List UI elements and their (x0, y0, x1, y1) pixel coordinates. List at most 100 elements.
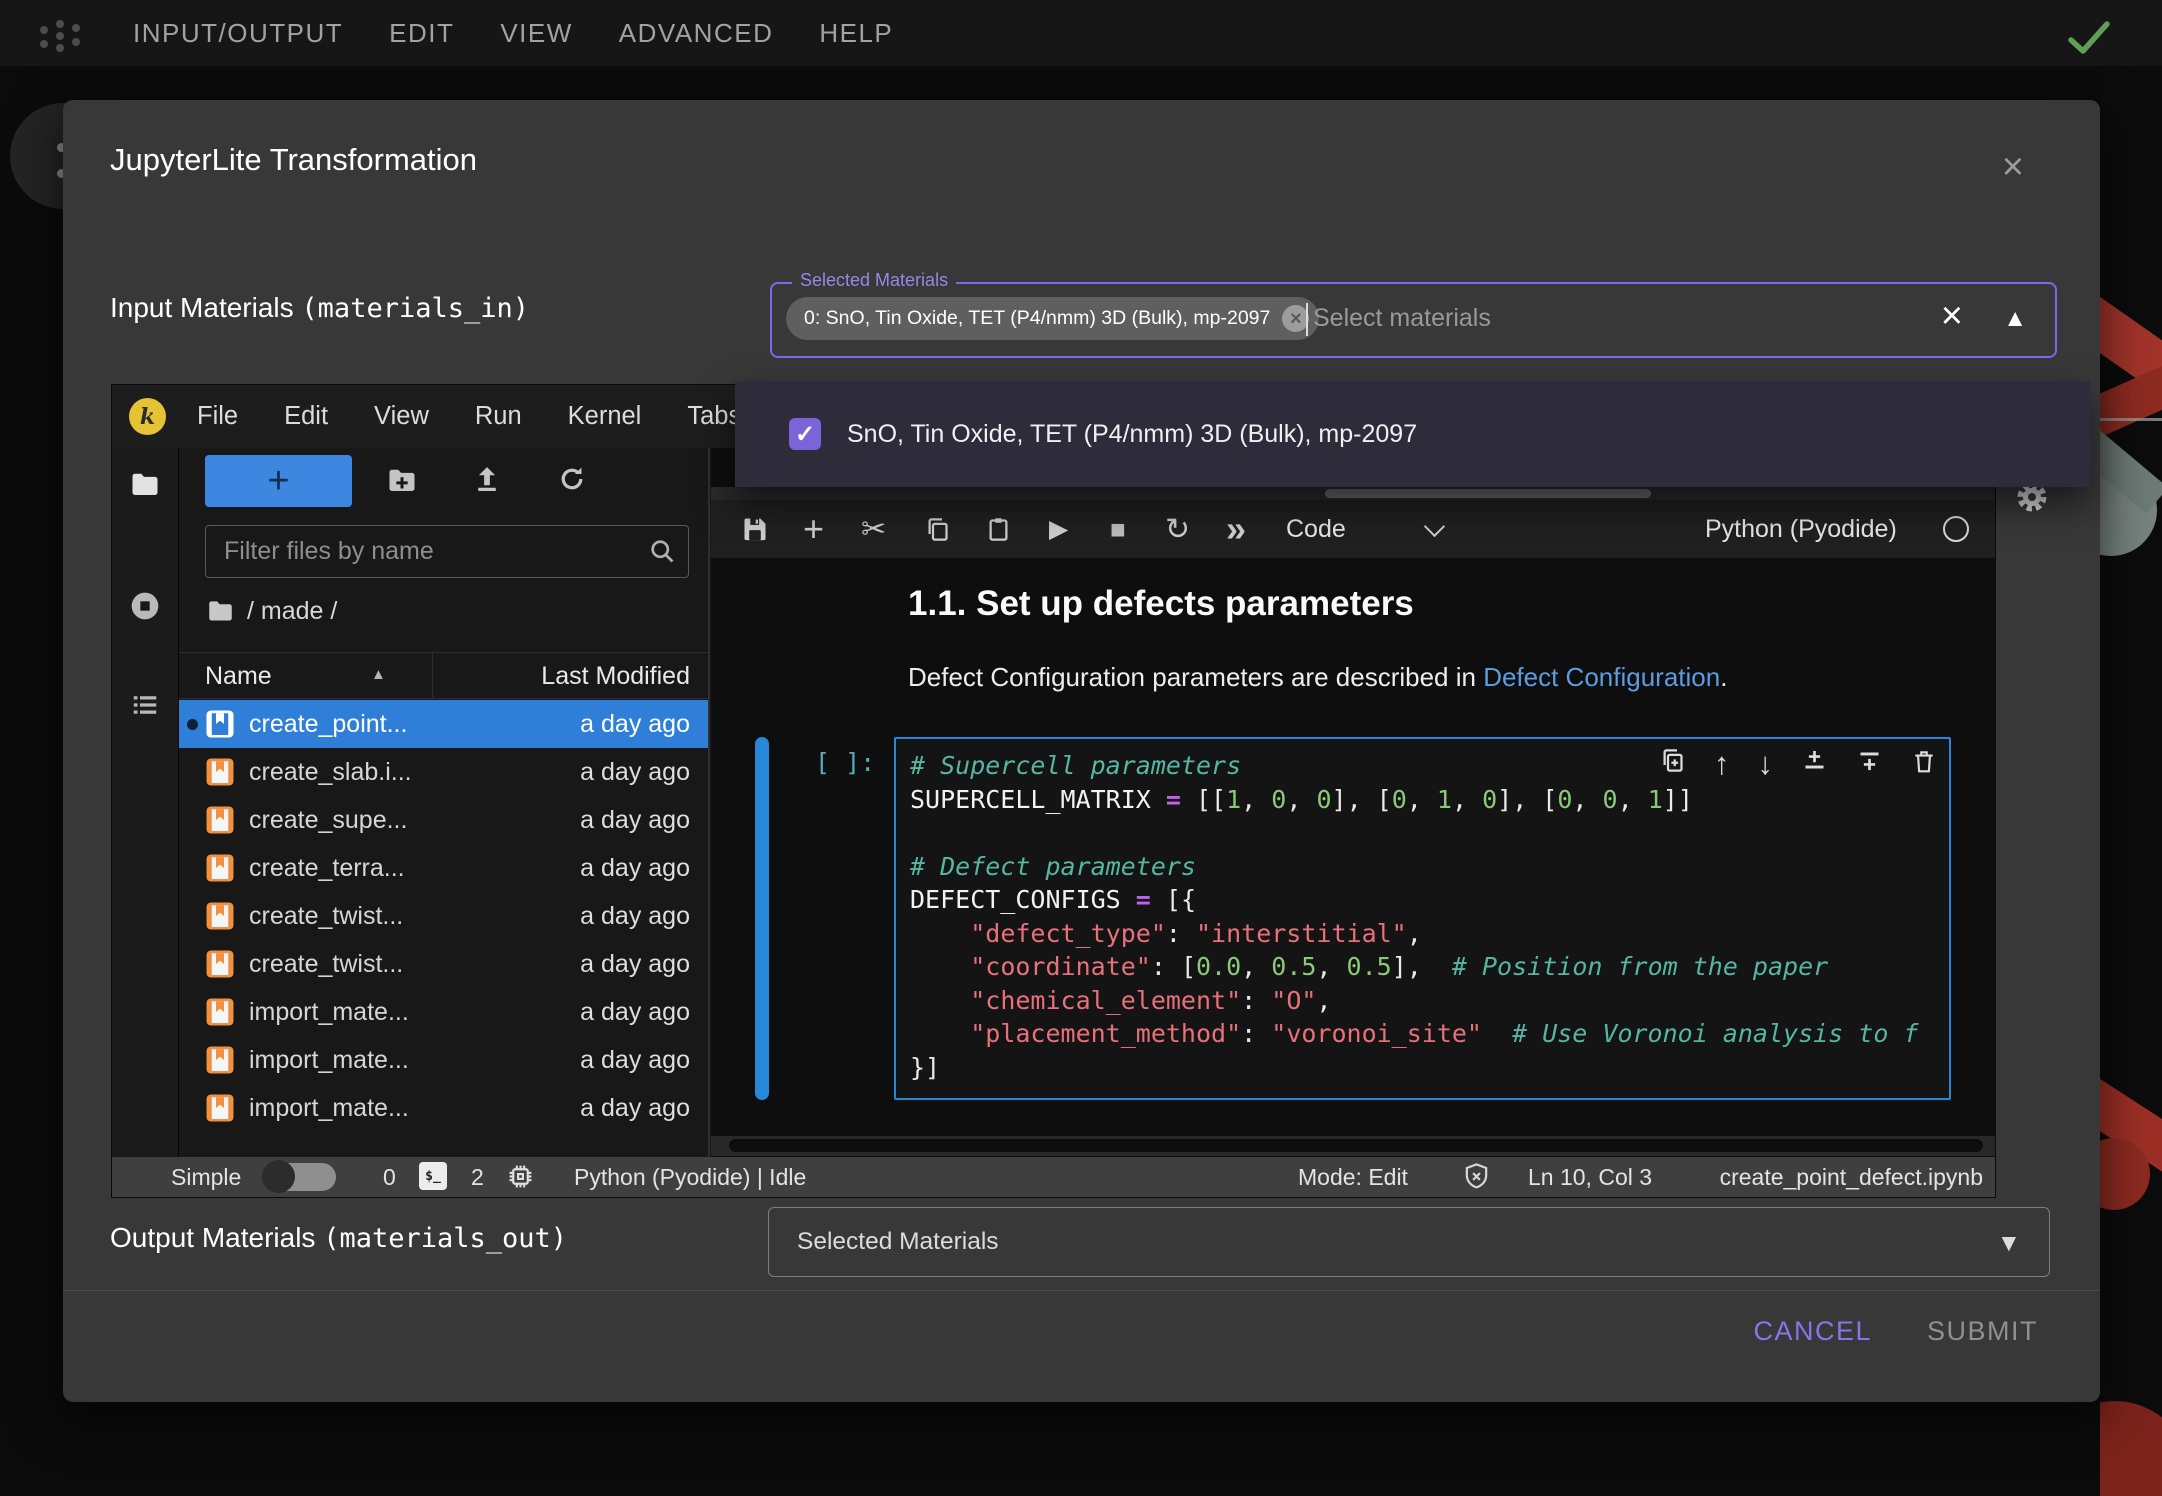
folder-icon (207, 598, 234, 625)
restart-run-all-icon[interactable]: » (1226, 500, 1246, 558)
code-token: 0 (1316, 785, 1331, 814)
filter-files-placeholder: Filter files by name (224, 537, 434, 566)
insert-cell-above-icon[interactable] (1801, 747, 1828, 779)
cut-icon[interactable]: ✂ (861, 500, 886, 558)
breadcrumb[interactable]: / made / (207, 597, 337, 626)
table-of-contents-tab-icon[interactable] (130, 690, 160, 725)
cell-type-caret-icon[interactable] (1427, 500, 1442, 558)
topbar-menu-item[interactable]: HELP (819, 18, 893, 49)
running-sessions-tab-icon[interactable] (129, 590, 161, 627)
code-token: = (1166, 785, 1181, 814)
column-last-modified[interactable]: Last Modified (541, 662, 690, 691)
output-materials-select[interactable]: Selected Materials ▼ (768, 1207, 2050, 1277)
collapse-caret-icon[interactable]: ▲ (2003, 305, 2027, 333)
topbar-menu-item[interactable]: EDIT (389, 18, 454, 49)
selected-materials-legend: Selected Materials (792, 270, 956, 291)
insert-cell-below-icon[interactable] (1856, 747, 1883, 779)
file-row[interactable]: create_point...a day ago (179, 700, 708, 748)
terminal-count[interactable]: 0 (383, 1164, 396, 1191)
file-row[interactable]: create_twist...a day ago (179, 892, 708, 940)
submit-button[interactable]: SUBMIT (1927, 1316, 2038, 1347)
restart-kernel-icon[interactable]: ↻ (1165, 500, 1190, 558)
file-row[interactable]: import_mate...a day ago (179, 988, 708, 1036)
run-cell-icon[interactable]: ▶ (1049, 500, 1068, 558)
jupyter-menu-item[interactable]: File (174, 402, 261, 431)
file-list: create_point...a day agocreate_slab.i...… (179, 700, 708, 1132)
jupyter-menu-item[interactable]: Run (452, 402, 545, 431)
kernel-count[interactable]: 2 (471, 1164, 484, 1191)
defect-configuration-link[interactable]: Defect Configuration (1483, 662, 1720, 692)
material-chip-label: 0: SnO, Tin Oxide, TET (P4/nmm) 3D (Bulk… (804, 307, 1270, 330)
jupyter-menu-item[interactable]: Kernel (545, 402, 665, 431)
notebook-filename[interactable]: create_point_defect.ipynb (1720, 1164, 1983, 1191)
file-row[interactable]: import_mate...a day ago (179, 1036, 708, 1084)
code-token: ]] (1663, 785, 1693, 814)
move-cell-up-icon[interactable]: ↑ (1714, 748, 1730, 779)
new-folder-icon[interactable] (387, 466, 417, 501)
simple-mode-toggle[interactable] (264, 1163, 336, 1191)
code-token: "chemical_element" (970, 986, 1241, 1015)
kernel-name[interactable]: Python (Pyodide) (1705, 500, 1897, 558)
upload-icon[interactable] (472, 464, 502, 499)
code-token: "coordinate" (970, 952, 1151, 981)
refresh-icon[interactable] (557, 464, 587, 499)
code-token: # Supercell parameters (910, 751, 1241, 780)
interrupt-kernel-icon[interactable]: ■ (1110, 500, 1126, 558)
column-name[interactable]: Name (205, 662, 272, 691)
jupyter-menu-item[interactable]: View (351, 402, 452, 431)
app-logo-icon[interactable] (40, 20, 84, 50)
code-line: "placement_method": "voronoi_site" # Use… (910, 1017, 1949, 1051)
delete-cell-icon[interactable] (1911, 748, 1937, 779)
code-lines[interactable]: # Supercell parametersSUPERCELL_MATRIX =… (910, 749, 1949, 1084)
editor-mode[interactable]: Mode: Edit (1298, 1164, 1408, 1191)
code-token: , (1618, 785, 1648, 814)
cancel-button[interactable]: CANCEL (1753, 1316, 1872, 1347)
insert-cell-icon[interactable]: + (803, 500, 824, 558)
file-browser-tab-icon[interactable] (130, 470, 160, 505)
jupyter-menu-item[interactable]: Edit (261, 402, 351, 431)
selected-materials-field[interactable]: Selected Materials 0: SnO, Tin Oxide, TE… (770, 282, 2057, 358)
code-cell[interactable]: ↑ ↓ # Supercell para (894, 737, 1951, 1100)
copy-icon[interactable] (924, 500, 951, 558)
tabbar-scrollbar[interactable] (711, 487, 1995, 500)
file-row[interactable]: create_slab.i...a day ago (179, 748, 708, 796)
new-launcher-button[interactable]: + (205, 455, 352, 507)
file-name: create_point... (249, 710, 407, 739)
topbar-menu-item[interactable]: INPUT/OUTPUT (133, 18, 343, 49)
kernel-chip-icon[interactable] (506, 1162, 535, 1197)
paste-icon[interactable] (985, 500, 1012, 558)
topbar-menu-item[interactable]: ADVANCED (619, 18, 774, 49)
cursor-position[interactable]: Ln 10, Col 3 (1528, 1164, 1652, 1191)
filter-files-input[interactable]: Filter files by name (205, 525, 689, 578)
jupyter-body: + Filter files by name (112, 448, 1995, 1157)
material-option-label[interactable]: SnO, Tin Oxide, TET (P4/nmm) 3D (Bulk), … (847, 420, 1417, 449)
file-name: import_mate... (249, 998, 409, 1027)
material-chip[interactable]: 0: SnO, Tin Oxide, TET (P4/nmm) 3D (Bulk… (786, 297, 1319, 340)
notebook-file-icon (205, 709, 235, 739)
code-token: # Defect parameters (910, 852, 1196, 881)
file-modified: a day ago (580, 1046, 690, 1075)
file-row[interactable]: import_mate...a day ago (179, 1084, 708, 1132)
file-browser-panel: + Filter files by name (179, 448, 710, 1157)
terminal-icon[interactable]: $_ (419, 1162, 447, 1190)
code-line: "defect_type": "interstitial", (910, 917, 1949, 951)
duplicate-cell-icon[interactable] (1659, 747, 1686, 779)
notebook-hscrollbar[interactable] (711, 1136, 1995, 1156)
shield-x-icon[interactable] (1462, 1162, 1491, 1197)
clear-selection-icon[interactable]: × (1941, 297, 1963, 335)
file-name: create_terra... (249, 854, 405, 883)
material-checkbox[interactable]: ✓ (789, 418, 821, 450)
kernel-status-text[interactable]: Python (Pyodide) | Idle (574, 1164, 806, 1191)
cell-collapser[interactable] (755, 737, 769, 1100)
cell-type-select[interactable]: Code (1286, 500, 1346, 558)
move-cell-down-icon[interactable]: ↓ (1758, 748, 1774, 779)
materials-search-input[interactable]: Select materials (1313, 304, 1491, 333)
save-icon[interactable] (741, 500, 769, 558)
file-row[interactable]: create_twist...a day ago (179, 940, 708, 988)
close-icon[interactable]: × (2002, 148, 2024, 186)
kernel-status-icon[interactable] (1943, 500, 1969, 558)
file-row[interactable]: create_terra...a day ago (179, 844, 708, 892)
topbar-menu-item[interactable]: VIEW (500, 18, 572, 49)
file-row[interactable]: create_supe...a day ago (179, 796, 708, 844)
output-select-value: Selected Materials (797, 1228, 999, 1256)
